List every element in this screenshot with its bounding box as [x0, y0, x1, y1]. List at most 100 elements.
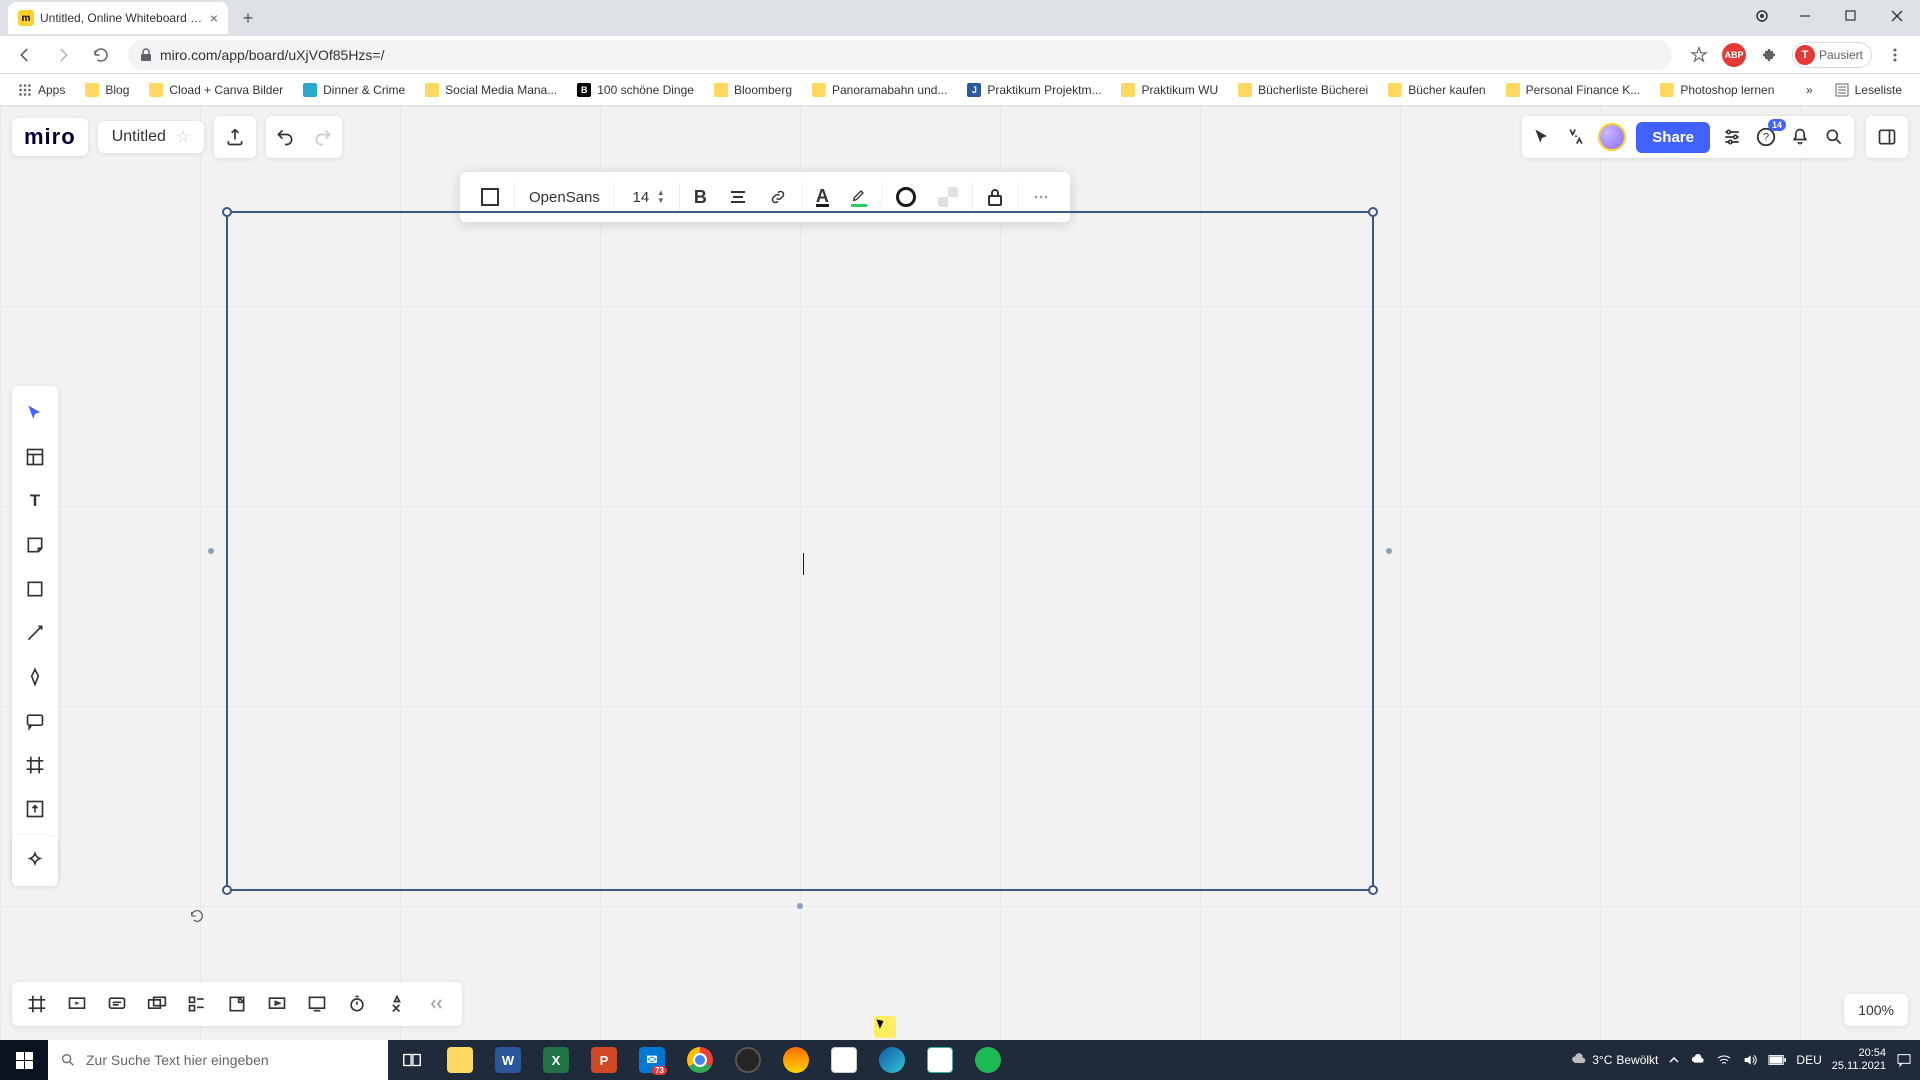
- activity-button[interactable]: [180, 987, 214, 1021]
- abp-extension-icon[interactable]: ABP: [1722, 43, 1746, 67]
- action-center-icon[interactable]: [1896, 1052, 1912, 1068]
- clock[interactable]: 20:54 25.11.2021: [1832, 1047, 1886, 1073]
- bookmark-item[interactable]: Photoshop lernen: [1652, 79, 1782, 101]
- comment-tool[interactable]: [16, 702, 54, 740]
- bell-icon[interactable]: [1788, 125, 1812, 149]
- text-tool[interactable]: T: [16, 482, 54, 520]
- search-icon[interactable]: [1822, 125, 1846, 149]
- star-icon[interactable]: ☆: [176, 127, 190, 147]
- battery-icon[interactable]: [1768, 1054, 1786, 1066]
- bookmark-item[interactable]: Personal Finance K...: [1498, 79, 1649, 101]
- close-tab-icon[interactable]: ×: [210, 10, 218, 26]
- taskbar-search[interactable]: Zur Suche Text hier eingeben: [48, 1040, 388, 1080]
- frame-tool[interactable]: [16, 746, 54, 784]
- task-view-button[interactable]: [388, 1040, 436, 1080]
- maximize-button[interactable]: [1828, 0, 1874, 32]
- bookmark-item[interactable]: Cload + Canva Bilder: [141, 79, 291, 101]
- frames-panel-button[interactable]: [20, 987, 54, 1021]
- collapse-button[interactable]: [420, 987, 454, 1021]
- minimize-button[interactable]: [1782, 0, 1828, 32]
- powerpoint-icon[interactable]: P: [580, 1040, 628, 1080]
- weather-widget[interactable]: 3°C Bewölkt: [1570, 1051, 1658, 1069]
- user-avatar[interactable]: [1598, 123, 1626, 151]
- bookmark-star-icon[interactable]: [1684, 40, 1714, 70]
- redo-button[interactable]: [304, 116, 342, 158]
- start-button[interactable]: [0, 1040, 48, 1080]
- bookmark-item[interactable]: B100 schöne Dinge: [569, 79, 702, 101]
- bookmark-item[interactable]: Bücherliste Bücherei: [1230, 79, 1376, 101]
- profile-chip[interactable]: T Pausiert: [1792, 42, 1872, 68]
- bookmark-item[interactable]: Panoramabahn und...: [804, 79, 955, 101]
- volume-icon[interactable]: [1742, 1052, 1758, 1068]
- resize-handle-bl[interactable]: [222, 885, 232, 895]
- bookmark-item[interactable]: Bloomberg: [706, 79, 800, 101]
- spotify-icon[interactable]: [964, 1040, 1012, 1080]
- connection-point-bottom[interactable]: [797, 903, 803, 909]
- notes-button[interactable]: [220, 987, 254, 1021]
- connection-point-left[interactable]: [208, 548, 214, 554]
- comments-button[interactable]: [100, 987, 134, 1021]
- forward-button[interactable]: [48, 40, 78, 70]
- obs-icon[interactable]: [724, 1040, 772, 1080]
- miro-canvas[interactable]: miro Untitled ☆: [0, 106, 1920, 1040]
- reactions-icon[interactable]: [1564, 125, 1588, 149]
- rotate-handle[interactable]: [188, 907, 206, 925]
- notepad-icon[interactable]: [916, 1040, 964, 1080]
- menu-icon[interactable]: [1880, 40, 1910, 70]
- voting-button[interactable]: [380, 987, 414, 1021]
- bookmark-item[interactable]: JPraktikum Projektm...: [959, 79, 1109, 101]
- help-icon[interactable]: ? 14: [1754, 125, 1778, 149]
- reading-list-button[interactable]: Leseliste: [1827, 79, 1910, 101]
- share-button[interactable]: Share: [1636, 122, 1710, 153]
- export-button[interactable]: [214, 116, 256, 158]
- bookmark-item[interactable]: Dinner & Crime: [295, 79, 413, 101]
- selected-shape[interactable]: [226, 211, 1374, 891]
- app-icon-1[interactable]: [772, 1040, 820, 1080]
- wifi-icon[interactable]: [1716, 1052, 1732, 1068]
- timer-button[interactable]: [340, 987, 374, 1021]
- browser-tab[interactable]: m Untitled, Online Whiteboard for ×: [8, 2, 228, 34]
- mail-icon[interactable]: ✉73: [628, 1040, 676, 1080]
- present-button[interactable]: [60, 987, 94, 1021]
- sticky-tool[interactable]: [16, 526, 54, 564]
- bookmark-item[interactable]: Bücher kaufen: [1380, 79, 1493, 101]
- resize-handle-tr[interactable]: [1368, 207, 1378, 217]
- bookmarks-overflow[interactable]: »: [1798, 79, 1821, 101]
- zoom-indicator[interactable]: 100%: [1844, 994, 1908, 1026]
- ai-tool[interactable]: [16, 842, 54, 880]
- language-indicator[interactable]: DEU: [1796, 1053, 1821, 1067]
- excel-icon[interactable]: X: [532, 1040, 580, 1080]
- bookmark-item[interactable]: Blog: [77, 79, 137, 101]
- board-title-box[interactable]: Untitled ☆: [98, 121, 205, 153]
- font-size-stepper[interactable]: ▲▼: [657, 189, 665, 205]
- url-field[interactable]: miro.com/app/board/uXjVOf85Hzs=/: [128, 40, 1672, 70]
- select-tool[interactable]: [16, 394, 54, 432]
- pen-tool[interactable]: [16, 658, 54, 696]
- word-icon[interactable]: W: [484, 1040, 532, 1080]
- back-button[interactable]: [10, 40, 40, 70]
- shape-tool[interactable]: [16, 570, 54, 608]
- extensions-icon[interactable]: [1754, 40, 1784, 70]
- side-panel-button[interactable]: [1866, 116, 1908, 158]
- tab-search-icon[interactable]: [1742, 0, 1782, 32]
- cursor-icon[interactable]: [1530, 125, 1554, 149]
- app-icon-2[interactable]: [820, 1040, 868, 1080]
- templates-tool[interactable]: [16, 438, 54, 476]
- new-tab-button[interactable]: +: [234, 4, 262, 32]
- resize-handle-tl[interactable]: [222, 207, 232, 217]
- chrome-icon[interactable]: [676, 1040, 724, 1080]
- apps-button[interactable]: Apps: [10, 79, 73, 101]
- resize-handle-br[interactable]: [1368, 885, 1378, 895]
- line-tool[interactable]: [16, 614, 54, 652]
- connection-point-right[interactable]: [1386, 548, 1392, 554]
- chat-button[interactable]: [260, 987, 294, 1021]
- miro-logo[interactable]: miro: [12, 118, 88, 156]
- bookmark-item[interactable]: Praktikum WU: [1113, 79, 1226, 101]
- bookmark-item[interactable]: Social Media Mana...: [417, 79, 565, 101]
- edge-icon[interactable]: [868, 1040, 916, 1080]
- reload-button[interactable]: [86, 40, 116, 70]
- settings-icon[interactable]: [1720, 125, 1744, 149]
- tray-chevron-icon[interactable]: [1668, 1054, 1680, 1066]
- card-button[interactable]: [140, 987, 174, 1021]
- onedrive-icon[interactable]: [1690, 1052, 1706, 1068]
